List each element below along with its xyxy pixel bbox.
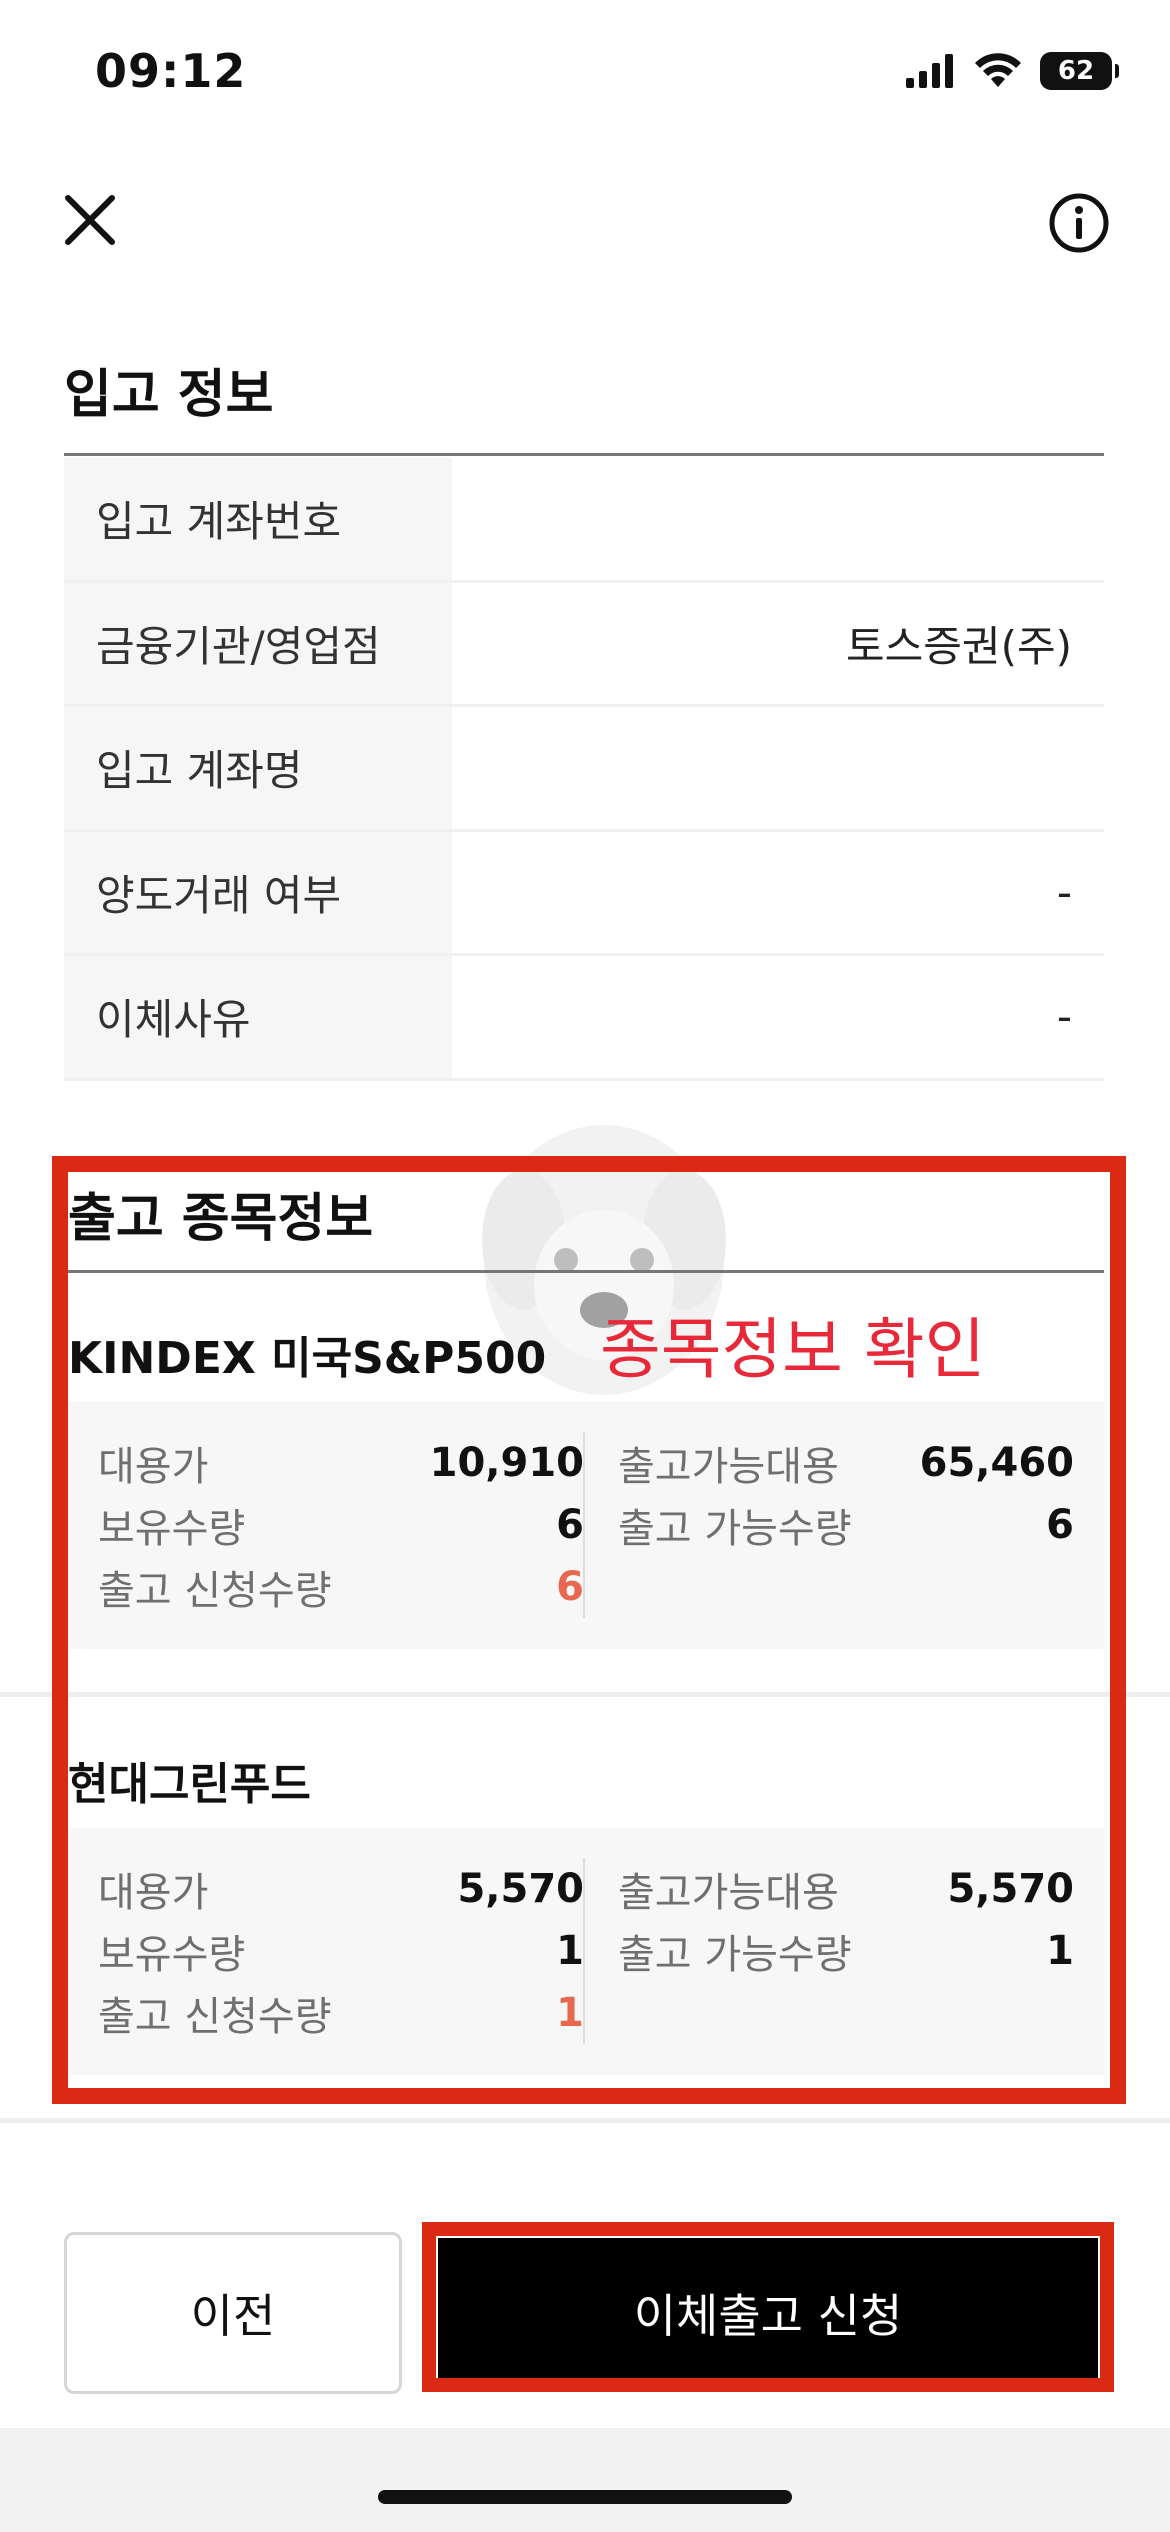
status-time: 09:12 [95, 44, 247, 98]
bottom-safe-area [0, 2428, 1170, 2532]
table-row: 이체사유 - [64, 956, 1104, 1081]
submit-highlight-box [422, 2222, 1114, 2392]
row-label: 양도거래 여부 [64, 831, 452, 953]
row-value: - [1056, 992, 1072, 1042]
table-row: 금융기관/영업점 토스증권(주) [64, 582, 1104, 707]
row-label: 입고 계좌명 [64, 707, 452, 829]
battery-level: 62 [1057, 56, 1095, 86]
section-divider [0, 2118, 1170, 2123]
info-icon[interactable] [1048, 192, 1110, 254]
prev-button[interactable]: 이전 [64, 2232, 402, 2394]
row-value: - [1056, 867, 1072, 917]
deposit-info-rule [64, 453, 1104, 456]
row-label: 입고 계좌번호 [64, 458, 452, 580]
top-nav [0, 170, 1170, 270]
row-value [452, 707, 1104, 829]
row-label: 금융기관/영업점 [64, 582, 452, 704]
close-icon[interactable] [62, 192, 118, 248]
stock-info-highlight-box [52, 1156, 1126, 2104]
deposit-info-table: 입고 계좌번호 금융기관/영업점 토스증권(주) 입고 계좌명 양도거래 여부 … [64, 458, 1104, 1081]
table-row: 입고 계좌명 [64, 707, 1104, 832]
table-row: 입고 계좌번호 [64, 458, 1104, 583]
row-value: 토스증권(주) [846, 621, 1072, 671]
home-indicator[interactable] [378, 2490, 792, 2504]
row-value [452, 458, 1104, 580]
signal-icon [906, 54, 953, 88]
wifi-icon [975, 53, 1021, 87]
status-icons: 62 [906, 52, 1119, 90]
battery-icon: 62 [1040, 52, 1119, 90]
status-bar: 09:12 62 [0, 0, 1170, 150]
table-row: 양도거래 여부 - [64, 831, 1104, 956]
row-label: 이체사유 [64, 956, 452, 1078]
deposit-info-title: 입고 정보 [64, 365, 274, 425]
